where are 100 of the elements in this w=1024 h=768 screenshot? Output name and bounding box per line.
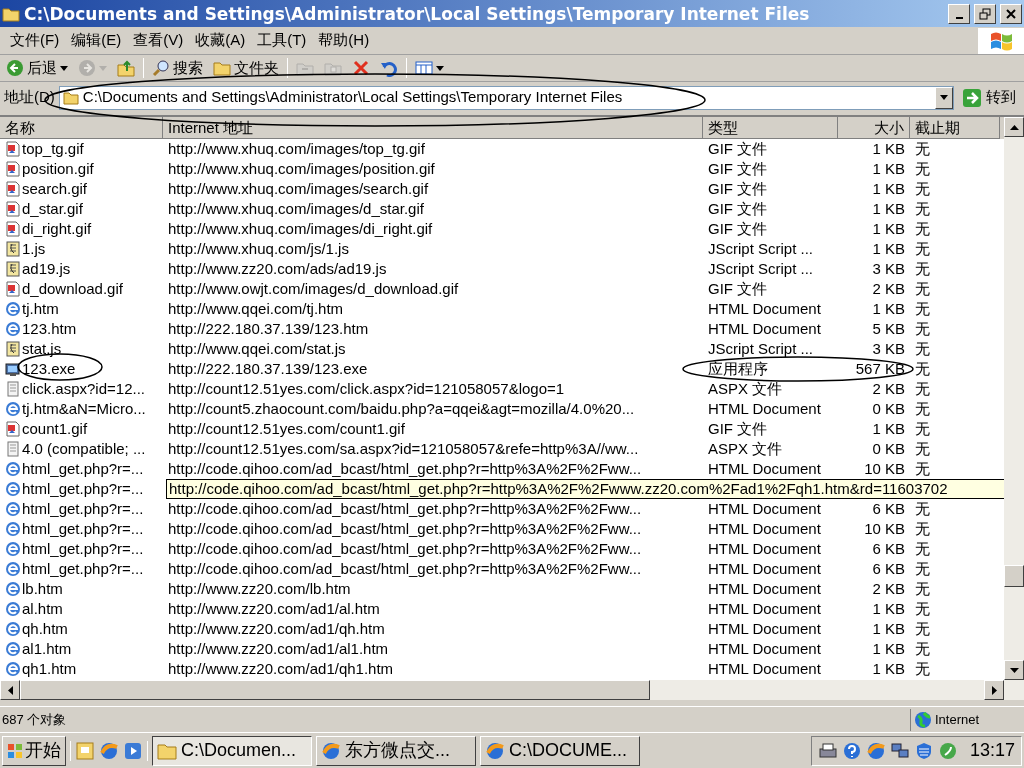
folders-button[interactable]: 文件夹 bbox=[211, 56, 281, 80]
taskbar-button[interactable]: C:\DOCUME... bbox=[480, 735, 640, 766]
taskbar-button[interactable]: 东方微点交... bbox=[316, 735, 476, 766]
column-header[interactable]: 名称 bbox=[0, 117, 163, 139]
table-cell-text: ASPX 文件 bbox=[707, 379, 784, 399]
network-icon[interactable] bbox=[889, 740, 910, 761]
table-cell-text: 6 KB bbox=[871, 499, 906, 519]
table-cell-text: 无 bbox=[914, 639, 931, 659]
table-cell-text: JScript Script ... bbox=[707, 339, 815, 359]
media-player-icon[interactable] bbox=[123, 740, 143, 761]
file-name: qh.htm bbox=[22, 619, 68, 639]
table-cell-text: 无 bbox=[914, 219, 931, 239]
scroll-left-button[interactable] bbox=[0, 680, 20, 700]
window-title: C:\Documents and Settings\Administrator\Local Settings\Temporary Internet Files bbox=[24, 3, 811, 24]
file-name: count1.gif bbox=[22, 419, 88, 439]
file-name: qh1.htm bbox=[22, 659, 77, 679]
scroll-up-button[interactable] bbox=[1004, 117, 1024, 137]
column-header[interactable]: 截止期 bbox=[910, 117, 1000, 139]
minimize-button[interactable] bbox=[948, 3, 970, 24]
program-icon bbox=[5, 361, 21, 377]
browser-icon bbox=[485, 740, 505, 761]
table-cell-text: http://222.180.37.139/123.exe bbox=[167, 359, 369, 379]
table-cell-text: http://www.zz20.com/ad1/qh1.htm bbox=[167, 659, 395, 679]
caret-icon bbox=[60, 65, 68, 71]
table-cell-text: 10 KB bbox=[863, 459, 906, 479]
table-cell-text: 6 KB bbox=[871, 539, 906, 559]
browser-icon[interactable] bbox=[99, 740, 119, 761]
web-page-icon bbox=[5, 301, 21, 317]
up-button[interactable] bbox=[115, 59, 137, 77]
table-cell-text: http://www.owjt.com/images/d_download.gif bbox=[167, 279, 460, 299]
table-cell-text: 无 bbox=[914, 239, 931, 259]
menu-item[interactable]: 工具(T) bbox=[251, 29, 313, 52]
table-cell-text: http://www.qqei.com/stat.js bbox=[167, 339, 347, 359]
file-name: d_star.gif bbox=[22, 199, 83, 219]
go-button[interactable]: 转到 bbox=[958, 86, 1020, 109]
table-cell-text: 1 KB bbox=[871, 599, 906, 619]
web-page-icon bbox=[5, 641, 21, 657]
scroll-right-button[interactable] bbox=[984, 680, 1004, 700]
undo-button[interactable] bbox=[378, 59, 400, 77]
file-name: html_get.php?r=... bbox=[22, 459, 144, 479]
table-cell-text: 0 KB bbox=[871, 439, 906, 459]
table-cell-text: 567 KB bbox=[854, 359, 906, 379]
column-header[interactable]: 大小 bbox=[838, 117, 910, 139]
globe-icon bbox=[914, 710, 932, 729]
column-header[interactable]: 类型 bbox=[703, 117, 838, 139]
caret-icon bbox=[436, 65, 444, 71]
table-cell-text: 无 bbox=[914, 559, 931, 579]
file-name: search.gif bbox=[22, 179, 88, 199]
table-cell-text: 1 KB bbox=[871, 659, 906, 679]
restore-button[interactable] bbox=[974, 3, 996, 24]
file-name: d_download.gif bbox=[22, 279, 123, 299]
windows-logo-icon bbox=[7, 742, 23, 759]
views-icon bbox=[415, 59, 433, 77]
browser-icon[interactable] bbox=[865, 740, 886, 761]
scroll-down-button[interactable] bbox=[1004, 660, 1024, 680]
document-icon bbox=[5, 381, 21, 397]
taskbar-button[interactable]: C:\Documen... bbox=[152, 735, 312, 766]
table-cell-text: http://www.zz20.com/lb.htm bbox=[167, 579, 352, 599]
back-button[interactable]: 后退 bbox=[4, 56, 70, 80]
menu-item[interactable]: 编辑(E) bbox=[65, 29, 128, 52]
status-circle-icon[interactable] bbox=[937, 740, 958, 761]
script-file-icon bbox=[5, 241, 21, 257]
zone-label: Internet bbox=[935, 710, 980, 729]
printer-icon[interactable] bbox=[817, 740, 838, 761]
table-cell-text: GIF 文件 bbox=[707, 199, 769, 219]
menu-item[interactable]: 查看(V) bbox=[127, 29, 190, 52]
table-cell-text: 无 bbox=[914, 539, 931, 559]
scrollbar-thumb[interactable] bbox=[1004, 565, 1024, 587]
menu-item[interactable]: 帮助(H) bbox=[312, 29, 376, 52]
table-cell-text: http://www.xhuq.com/images/top_tg.gif bbox=[167, 139, 426, 159]
search-button[interactable]: 搜索 bbox=[150, 56, 205, 80]
close-button[interactable] bbox=[1000, 3, 1022, 24]
web-page-icon bbox=[5, 541, 21, 557]
table-cell-text: GIF 文件 bbox=[707, 159, 769, 179]
file-name: html_get.php?r=... bbox=[22, 539, 144, 559]
start-button[interactable]: 开始 bbox=[2, 735, 66, 766]
table-cell-text: HTML Document bbox=[707, 599, 822, 619]
scrollbar-thumb[interactable] bbox=[20, 680, 650, 700]
image-file-icon bbox=[5, 421, 21, 437]
dropdown-button[interactable] bbox=[935, 86, 953, 109]
help-icon[interactable] bbox=[841, 740, 862, 761]
web-page-icon bbox=[5, 481, 21, 497]
table-cell-text: http://www.zz20.com/ad1/al.htm bbox=[167, 599, 381, 619]
table-cell-text: 1 KB bbox=[871, 139, 906, 159]
table-cell-text: http://code.qihoo.com/ad_bcast/html_get.php?r=http%3A%2F%2Fww... bbox=[167, 519, 643, 539]
table-cell-text: GIF 文件 bbox=[707, 139, 769, 159]
menu-item[interactable]: 收藏(A) bbox=[189, 29, 252, 52]
menu-item[interactable]: 文件(F) bbox=[4, 29, 66, 52]
table-cell-text: 1 KB bbox=[871, 419, 906, 439]
address-field[interactable]: C:\Documents and Settings\Administrator\Local Settings\Temporary Internet Files bbox=[58, 85, 954, 110]
left-arrow-icon bbox=[7, 685, 13, 695]
web-page-icon bbox=[5, 561, 21, 577]
views-button[interactable] bbox=[413, 59, 446, 77]
table-cell-text: JScript Script ... bbox=[707, 239, 815, 259]
table-cell-text: http://www.xhuq.com/images/di_right.gif bbox=[167, 219, 434, 239]
file-name: lb.htm bbox=[22, 579, 63, 599]
table-cell-text: 1 KB bbox=[871, 199, 906, 219]
table-cell-text: 2 KB bbox=[871, 279, 906, 299]
table-cell-text: 无 bbox=[914, 459, 931, 479]
down-arrow-icon bbox=[1009, 667, 1019, 673]
